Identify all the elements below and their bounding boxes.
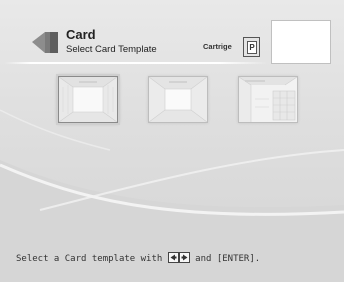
arrow-keys: [167, 252, 190, 265]
instruction-text-after: and [ENTER].: [195, 254, 261, 264]
header-divider: [4, 62, 268, 64]
cartridge-icon: P: [243, 37, 260, 57]
right-arrow-key-icon: [178, 252, 190, 263]
cartridge-label: Cartrige: [203, 42, 232, 51]
card-icon: [32, 32, 58, 53]
left-arrow-key-icon: [167, 252, 179, 263]
screen: Card Select Card Template Cartrige P Sel…: [0, 0, 344, 282]
page-subtitle: Select Card Template: [66, 44, 157, 55]
template-3-image: [239, 77, 297, 122]
instruction-text-before: Select a Card template with: [16, 254, 163, 264]
instruction-text: Select a Card template with and [ENTER].: [16, 252, 260, 265]
template-3-thumbnail[interactable]: [238, 76, 298, 123]
cartridge-slot-letter: P: [247, 41, 257, 54]
template-2-thumbnail[interactable]: [148, 76, 208, 123]
page-title: Card: [66, 27, 96, 42]
template-1-thumbnail[interactable]: [58, 76, 118, 123]
template-2-image: [149, 77, 207, 122]
template-preview: [271, 20, 331, 64]
template-1-image: [59, 77, 117, 122]
